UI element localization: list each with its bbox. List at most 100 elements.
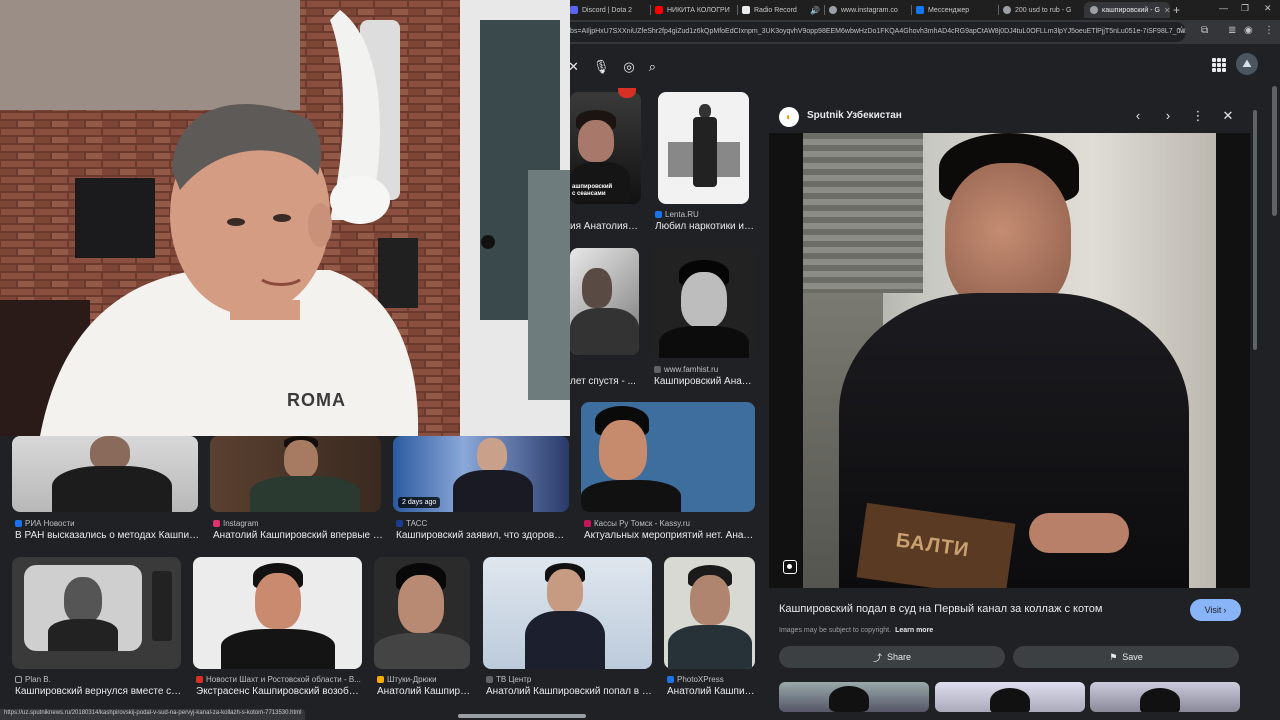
- source-favicon: [486, 676, 493, 683]
- tab-youtube[interactable]: НИКИТА КОЛОГРИ: [655, 2, 733, 18]
- result-caption[interactable]: Экстрасенс Кашпировский возобнов...: [196, 686, 364, 697]
- tab-radio-record[interactable]: Radio Record 🔊: [742, 2, 820, 18]
- visit-button[interactable]: Visit ›: [1190, 599, 1241, 621]
- visual-search-icon[interactable]: [783, 560, 797, 574]
- close-preview-icon[interactable]: ✕: [1221, 108, 1235, 124]
- result-source: Новости Шахт и Ростовской области - В...: [196, 675, 361, 684]
- horizontal-scrollbar[interactable]: [458, 714, 586, 718]
- menu-kebab-icon[interactable]: ⋮: [1264, 25, 1274, 36]
- source-favicon: [667, 676, 674, 683]
- result-caption[interactable]: Анатолий Кашпиро...: [377, 686, 471, 697]
- google-apps-icon[interactable]: [1212, 58, 1226, 72]
- result-caption[interactable]: Анатолий Кашпировский впервые за ...: [213, 530, 383, 541]
- result-thumb[interactable]: [12, 436, 198, 512]
- tab-label: Мессенджер: [928, 6, 970, 14]
- source-favicon: [584, 520, 591, 527]
- result-caption[interactable]: Анатолий Кашпир...: [667, 686, 757, 697]
- result-caption[interactable]: Актуальных мероприятий нет. Анатол...: [584, 530, 754, 541]
- tab-usd-rub[interactable]: 200 usd to rub - G: [1003, 2, 1081, 18]
- result-caption[interactable]: Любил наркотики и с...: [655, 221, 755, 232]
- source-favicon: [213, 520, 220, 527]
- google-icon: [1003, 6, 1011, 14]
- result-source: Lenta.RU: [655, 210, 699, 219]
- result-thumb[interactable]: ашпировский с сеансами: [570, 92, 641, 204]
- panel-scrollbar[interactable]: [1253, 110, 1257, 350]
- tab-messenger[interactable]: Мессенджер: [916, 2, 996, 18]
- result-thumb[interactable]: [658, 92, 749, 204]
- tab-label: 200 usd to rub - G: [1015, 6, 1072, 14]
- result-source: PhotoXPress: [667, 675, 724, 684]
- maximize-icon[interactable]: ❐: [1241, 3, 1249, 14]
- visit-label: Visit: [1204, 605, 1222, 615]
- source-favicon: [15, 520, 22, 527]
- related-image[interactable]: [935, 682, 1085, 712]
- close-window-icon[interactable]: ✕: [1264, 3, 1272, 14]
- microphone-icon[interactable]: 🎙: [593, 59, 610, 75]
- preview-title[interactable]: Кашпировский подал в суд на Первый канал…: [779, 603, 1179, 615]
- page-scrollbar[interactable]: [1272, 86, 1277, 216]
- share-button[interactable]: ⤴ Share: [779, 646, 1005, 668]
- result-caption[interactable]: Кашпировский вернулся вместе с пр...: [15, 686, 183, 697]
- tab-label: кашпировский - G: [1102, 6, 1160, 14]
- result-caption[interactable]: Кашпировский Анато...: [654, 376, 754, 387]
- copyright-text: Images may be subject to copyright.: [779, 627, 892, 634]
- result-thumb[interactable]: [210, 436, 381, 512]
- result-caption[interactable]: лет спустя - ...: [570, 376, 640, 387]
- learn-more-link[interactable]: Learn more: [895, 627, 933, 634]
- result-source: Кассы Ру Томск - Kassy.ru: [584, 519, 690, 528]
- result-thumb[interactable]: [651, 248, 755, 358]
- account-avatar[interactable]: ⛰: [1236, 53, 1258, 75]
- more-options-icon[interactable]: ⋮: [1191, 108, 1205, 124]
- result-source: Instagram: [213, 519, 259, 528]
- tab-instagram[interactable]: www.instagram.co: [829, 2, 909, 18]
- search-box-icons: ✕ 🎙 ◎ ⌕: [566, 56, 670, 78]
- related-image[interactable]: [779, 682, 929, 712]
- result-caption[interactable]: Кашпировский заявил, что здоров и н...: [396, 530, 566, 541]
- preview-image[interactable]: БАЛТИ: [769, 133, 1250, 588]
- bookmark-star-icon[interactable]: ☆: [1177, 25, 1186, 36]
- tab-divider: [911, 5, 912, 15]
- profile-icon[interactable]: ◉: [1244, 25, 1253, 36]
- result-caption[interactable]: ия Анатолия К...: [570, 221, 640, 232]
- address-bar[interactable]: bs=AIljpHxU7SXXniUZfeShr2fp4giZud1z6kQpM…: [560, 22, 1186, 42]
- result-caption[interactable]: Анатолий Кашпировский попал в бол...: [486, 686, 654, 697]
- tab-label: www.instagram.co: [841, 6, 898, 14]
- save-button[interactable]: ⚑ Save: [1013, 646, 1239, 668]
- result-caption[interactable]: В РАН высказались о методах Кашпиров...: [15, 530, 200, 541]
- result-thumb[interactable]: [570, 248, 639, 355]
- result-thumb[interactable]: [374, 557, 470, 669]
- share-label: Share: [886, 652, 912, 662]
- youtube-icon: [655, 6, 663, 14]
- shirt-print: ROMA: [287, 390, 346, 410]
- share-icon: ⤴: [872, 652, 882, 663]
- result-thumb[interactable]: [483, 557, 652, 669]
- extensions-icon[interactable]: ⧉: [1201, 25, 1208, 36]
- next-image-icon[interactable]: ›: [1161, 108, 1175, 123]
- speaker-icon: 🔊: [810, 5, 820, 15]
- search-icon[interactable]: ⌕: [649, 59, 656, 75]
- minimize-icon[interactable]: —: [1219, 3, 1228, 13]
- related-image[interactable]: [1090, 682, 1240, 712]
- lens-search-icon[interactable]: ◎: [623, 59, 634, 75]
- preview-source-name[interactable]: Sputnik Узбекистан: [807, 110, 902, 121]
- discord-icon: [570, 6, 578, 14]
- result-thumb[interactable]: [193, 557, 362, 669]
- thumb-overlay-text: с сеансами: [572, 191, 606, 197]
- previous-image-icon[interactable]: ‹: [1131, 108, 1145, 123]
- google-icon: [1090, 6, 1098, 14]
- tab-divider: [737, 5, 738, 15]
- new-tab-button[interactable]: +: [1173, 3, 1180, 17]
- reading-list-icon[interactable]: ≣: [1228, 25, 1236, 36]
- tab-kashpirovsky-active[interactable]: кашпировский - G ✕: [1084, 2, 1170, 18]
- result-thumb[interactable]: [12, 557, 181, 669]
- result-source: Штуки-Дрюки: [377, 675, 437, 684]
- result-thumb[interactable]: [581, 402, 755, 512]
- result-thumb[interactable]: [664, 557, 755, 669]
- webcam-feed: [0, 0, 570, 436]
- thumb-overlay-text: ашпировский: [572, 184, 613, 190]
- tab-divider: [998, 5, 999, 15]
- sputnik-favicon: ◐: [779, 107, 799, 127]
- tab-divider: [824, 5, 825, 15]
- tab-discord[interactable]: Discord | Dota 2: [570, 2, 648, 18]
- close-tab-icon[interactable]: ✕: [1164, 6, 1170, 15]
